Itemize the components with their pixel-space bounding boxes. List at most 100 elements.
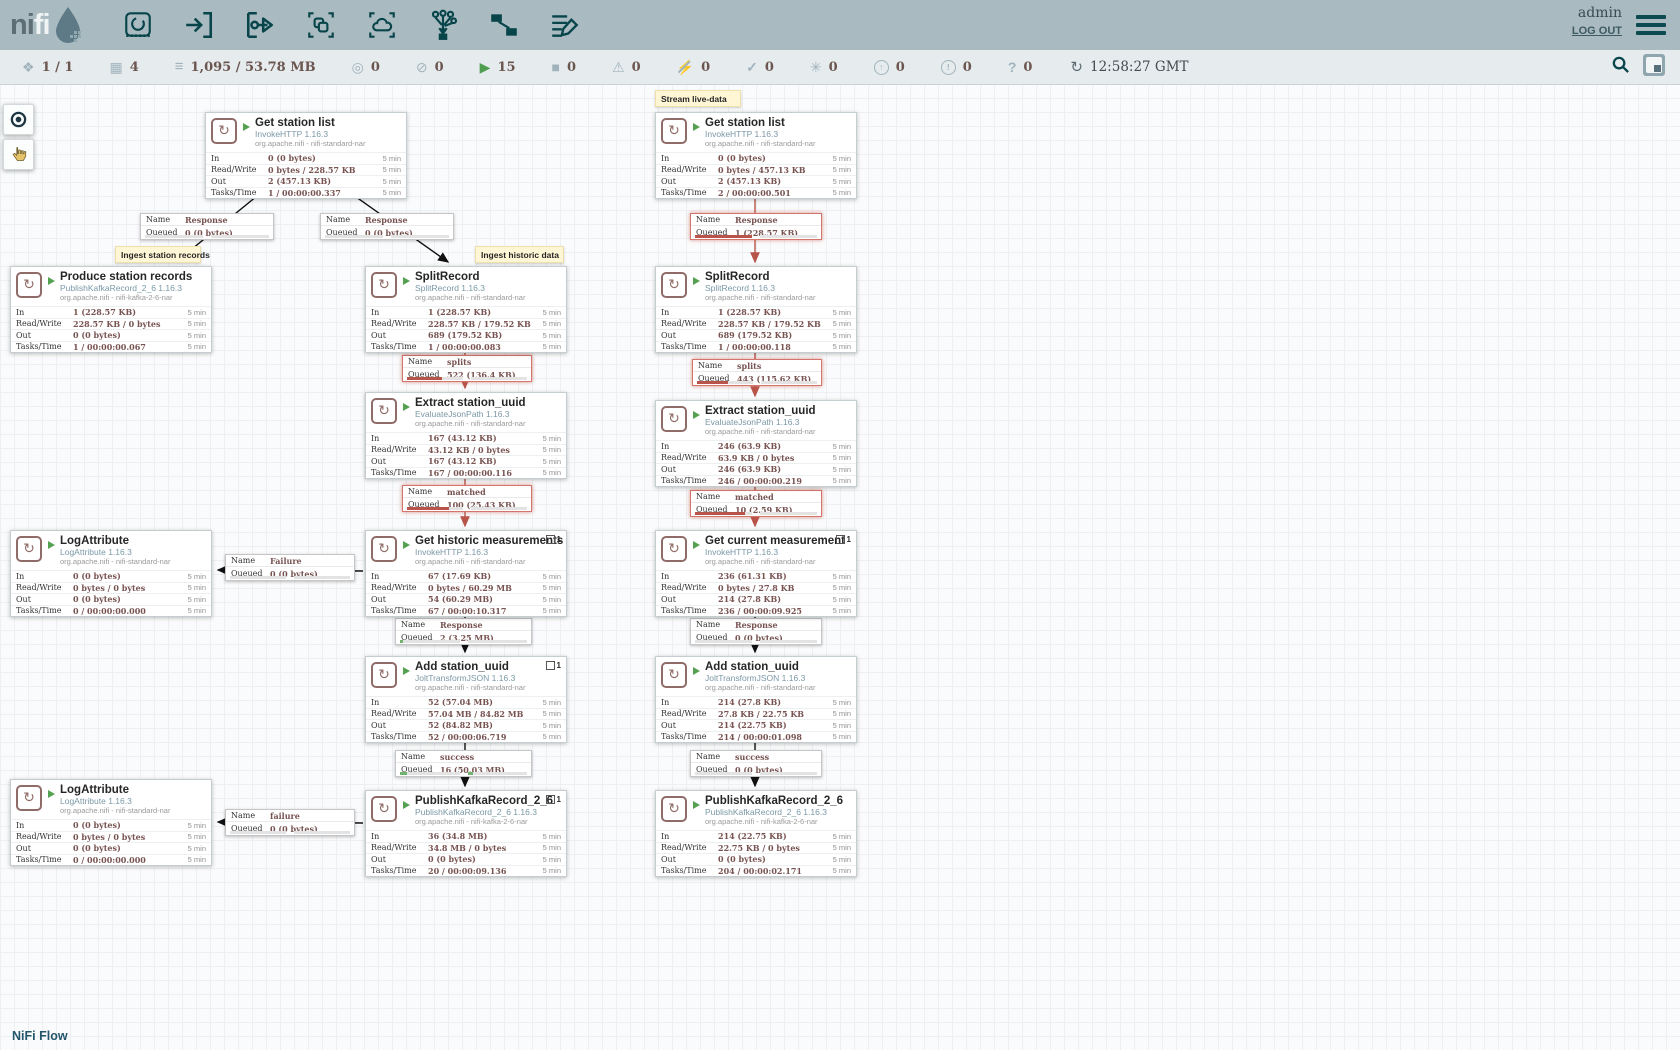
processor[interactable]: ↻Get historic measurementsInvokeHTTP 1.1… <box>365 530 567 617</box>
processor-bundle: org.apache.nifi - nifi-standard-nar <box>705 139 815 148</box>
processor-type: PublishKafkaRecord_2_6 1.16.3 <box>60 283 192 293</box>
connection-label[interactable]: NamesplitsQueued522 (136.4 KB) <box>402 355 532 382</box>
panel-toggle-icon[interactable] <box>1642 53 1666 82</box>
connection-label[interactable]: NameResponseQueued1 (228.57 KB) <box>690 213 822 240</box>
queue-size-fill <box>468 772 474 775</box>
connection-label[interactable]: NamematchedQueued100 (25.43 KB) <box>402 485 532 512</box>
processor[interactable]: ↻LogAttributeLogAttribute 1.16.3org.apac… <box>10 779 212 866</box>
navigate-icon <box>10 111 27 128</box>
status-item-disabled-components: ⚡0 <box>677 60 710 75</box>
processor[interactable]: ↻Extract station_uuidEvaluateJsonPath 1.… <box>655 400 857 487</box>
canvas-label[interactable]: Stream live-data <box>655 90 741 107</box>
stat-window: 5 min <box>543 606 561 615</box>
navigate-palette-button[interactable] <box>3 104 34 135</box>
stat-label: Out <box>661 721 718 730</box>
processor[interactable]: ↻PublishKafkaRecord_2_6PublishKafkaRecor… <box>655 790 857 877</box>
funnel-tool-icon[interactable] <box>426 8 460 42</box>
connection-label[interactable]: NamefailureQueued0 (0 bytes) <box>225 809 355 836</box>
processor[interactable]: ↻Get station listInvokeHTTP 1.16.3org.ap… <box>205 112 407 199</box>
connection-label[interactable]: NamematchedQueued10 (2.59 KB) <box>690 490 822 517</box>
processor-icon: ↻ <box>661 796 687 822</box>
status-value-clustered-nodes: 1 / 1 <box>42 60 74 75</box>
breadcrumb[interactable]: NiFi Flow <box>12 1029 68 1043</box>
connection-label[interactable]: NamesuccessQueued0 (0 bytes) <box>690 750 822 777</box>
queue-size-bar <box>760 235 817 238</box>
invalid-components-icon: ⚠ <box>612 60 625 74</box>
stat-window: 5 min <box>543 331 561 340</box>
connection-label[interactable]: NameFailureQueued0 (0 bytes) <box>225 554 355 581</box>
stat-value: 0 bytes / 457.13 KB <box>718 165 833 175</box>
connection-name-row: NameFailure <box>226 555 354 566</box>
connection-name-value: Response <box>365 215 408 225</box>
label-tool-icon[interactable] <box>548 8 582 42</box>
stat-window: 5 min <box>543 319 561 328</box>
stat-window: 5 min <box>188 606 206 615</box>
canvas-label[interactable]: Ingest station records <box>115 246 201 263</box>
processor-tool-icon[interactable] <box>121 8 155 42</box>
stat-value: 167 (43.12 KB) <box>428 456 543 466</box>
processor-bundle: org.apache.nifi - nifi-standard-nar <box>255 139 365 148</box>
processor-header: ↻Add station_uuidJoltTransformJSON 1.16.… <box>656 657 856 694</box>
stat-window: 5 min <box>188 832 206 841</box>
stat-label: Out <box>211 177 268 186</box>
stat-label: Read/Write <box>211 165 268 174</box>
process-group-tool-icon[interactable] <box>304 8 338 42</box>
processor-name: Add station_uuid <box>415 661 525 673</box>
processor[interactable]: ↻Get current measurementInvokeHTTP 1.16.… <box>655 530 857 617</box>
stat-value: 34.8 MB / 0 bytes <box>428 843 543 853</box>
stat-label: Read/Write <box>661 843 718 852</box>
stat-row-out: Out689 (179.52 KB)5 min <box>656 329 856 341</box>
connection-label[interactable]: NamesuccessQueued16 (50.03 MB) <box>395 750 532 777</box>
stat-label: Out <box>661 855 718 864</box>
processor[interactable]: ↻LogAttributeLogAttribute 1.16.3org.apac… <box>10 530 212 617</box>
stat-value: 67 / 00:00:10.317 <box>428 606 543 616</box>
processor-name: Produce station records <box>60 271 192 283</box>
processor[interactable]: ↻PublishKafkaRecord_2_6PublishKafkaRecor… <box>365 790 567 877</box>
processor[interactable]: ↻Get station listInvokeHTTP 1.16.3org.ap… <box>655 112 857 199</box>
remote-process-group-tool-icon[interactable] <box>365 8 399 42</box>
connection-name-label: Name <box>401 620 435 629</box>
stat-label: Out <box>16 331 73 340</box>
input-port-tool-icon[interactable] <box>182 8 216 42</box>
running-status-icon <box>48 790 55 798</box>
processor-name: Extract station_uuid <box>415 397 526 409</box>
stat-label: Tasks/Time <box>16 855 73 864</box>
stat-row-tasks: Tasks/Time52 / 00:00:06.7195 min <box>366 731 566 743</box>
stat-label: In <box>661 308 718 317</box>
stat-value: 1 (228.57 KB) <box>73 307 188 317</box>
operate-palette-button[interactable] <box>3 139 34 170</box>
connection-label[interactable]: NamesplitsQueued443 (115.62 KB) <box>692 359 822 386</box>
refresh-icon[interactable]: ↻ <box>1070 58 1083 76</box>
stat-row-in: In52 (57.04 MB)5 min <box>366 696 566 708</box>
status-value-not-transmitting-remote-groups: 0 <box>435 60 444 75</box>
processor[interactable]: ↻Add station_uuidJoltTransformJSON 1.16.… <box>655 656 857 743</box>
processor[interactable]: ↻Extract station_uuidEvaluateJsonPath 1.… <box>365 392 567 479</box>
logout-link[interactable]: LOG OUT <box>1572 25 1622 37</box>
stat-label: Tasks/Time <box>661 342 718 351</box>
output-port-tool-icon[interactable] <box>243 8 277 42</box>
template-tool-icon[interactable] <box>487 8 521 42</box>
stat-label: In <box>661 572 718 581</box>
stat-label: In <box>371 698 428 707</box>
search-icon[interactable] <box>1611 55 1630 79</box>
connection-label[interactable]: NameResponseQueued2 (3.25 MB) <box>395 618 532 645</box>
processor[interactable]: ↻Add station_uuidJoltTransformJSON 1.16.… <box>365 656 567 743</box>
processor[interactable]: ↻SplitRecordSplitRecord 1.16.3org.apache… <box>655 266 857 353</box>
stat-label: Out <box>371 331 428 340</box>
connection-name-row: Namesuccess <box>691 751 821 762</box>
connection-queued-row: Queued1 (228.57 KB) <box>691 225 821 239</box>
processor-stats: In1 (228.57 KB)5 minRead/Write228.57 KB … <box>366 306 566 352</box>
global-menu-icon[interactable] <box>1636 11 1666 39</box>
connection-label[interactable]: NameResponseQueued0 (0 bytes) <box>320 213 454 240</box>
processor[interactable]: ↻SplitRecordSplitRecord 1.16.3org.apache… <box>365 266 567 353</box>
connection-label[interactable]: NameResponseQueued0 (0 bytes) <box>690 618 822 645</box>
stat-value: 27.8 KB / 22.75 KB <box>718 709 833 719</box>
canvas-label[interactable]: Ingest historic data <box>475 246 564 263</box>
active-threads-count: 1 <box>557 535 561 544</box>
queue-count-bar <box>695 772 752 775</box>
connection-name-label: Name <box>696 492 730 501</box>
processor[interactable]: ↻Produce station recordsPublishKafkaReco… <box>10 266 212 353</box>
stat-label: Tasks/Time <box>16 606 73 615</box>
stat-value: 0 (0 bytes) <box>718 854 833 864</box>
connection-label[interactable]: NameResponseQueued0 (0 bytes) <box>140 213 274 240</box>
